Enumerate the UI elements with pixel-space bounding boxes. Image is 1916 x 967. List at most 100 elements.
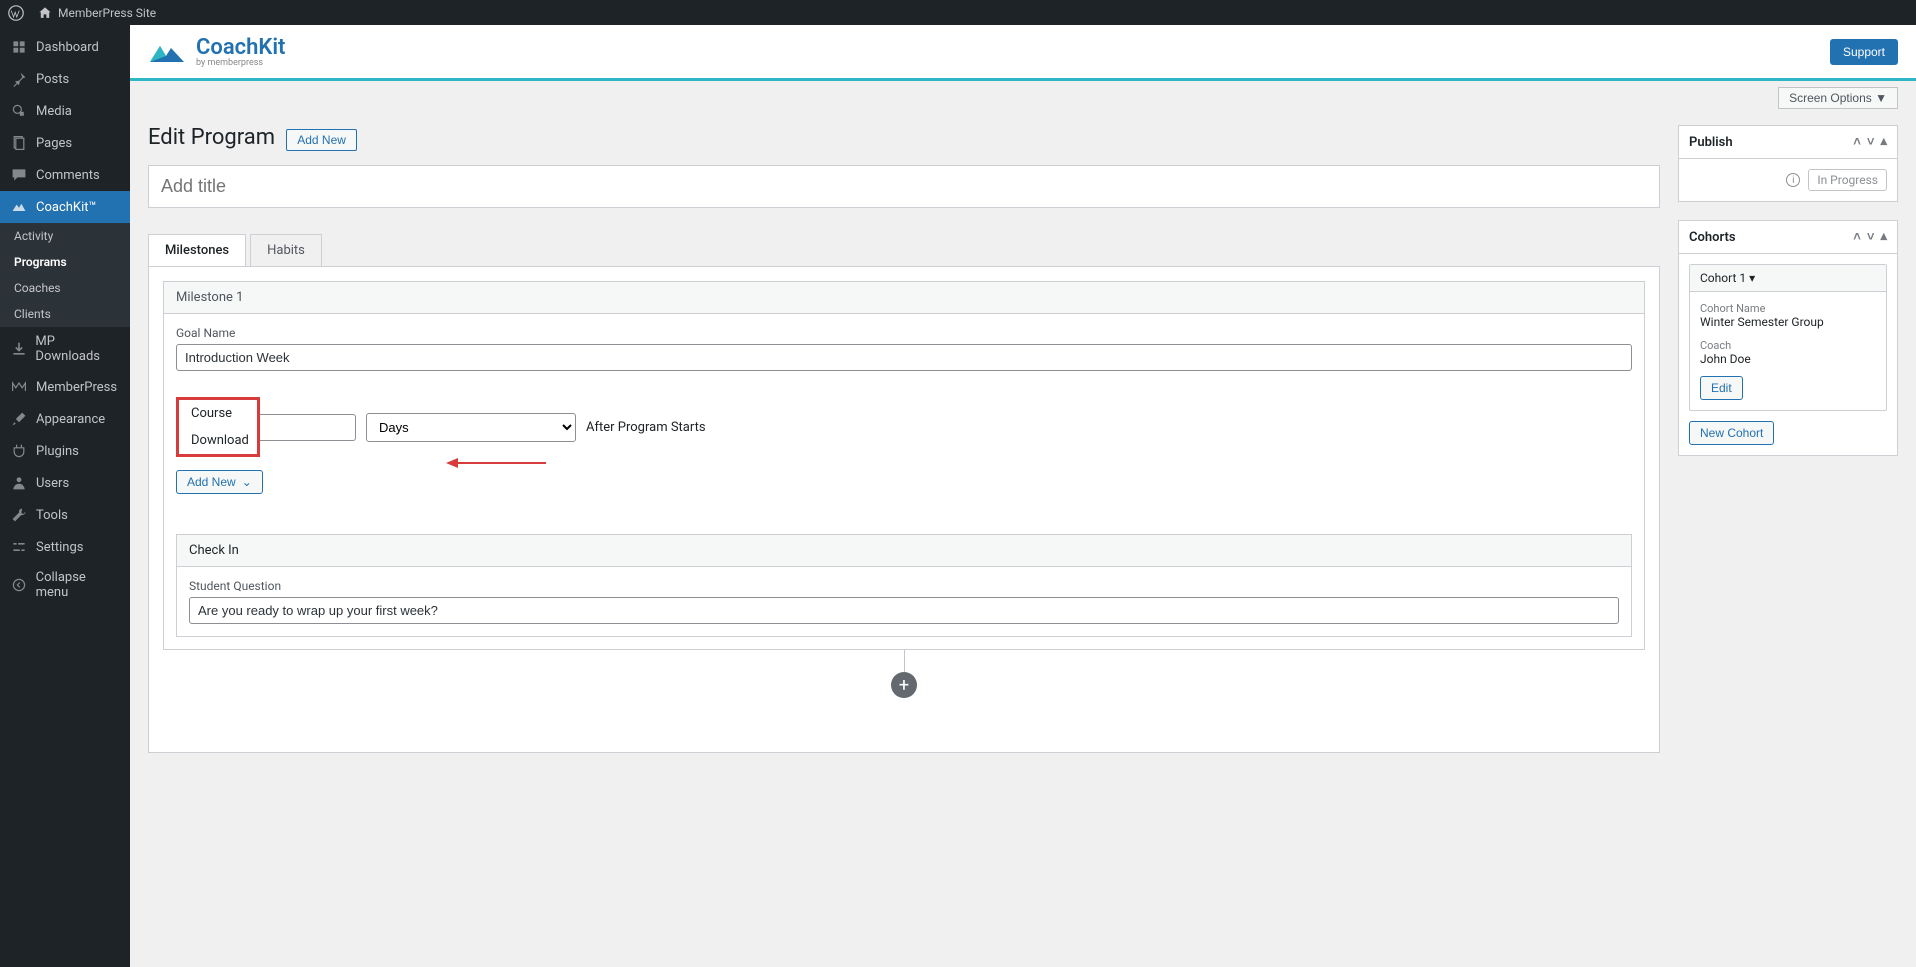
menu-item-media[interactable]: Media xyxy=(0,95,130,127)
cohort-heading-text: Cohort 1 xyxy=(1700,271,1746,285)
screen-options-button[interactable]: Screen Options ▼ xyxy=(1778,87,1898,109)
admin-menu: Dashboard Posts Media Pages Comments Coa… xyxy=(0,25,130,967)
coachkit-icon xyxy=(10,198,28,216)
wordpress-icon xyxy=(8,5,24,21)
checkin-heading: Check In xyxy=(177,535,1631,567)
admin-bar: MemberPress Site xyxy=(0,0,1916,25)
menu-label: Tools xyxy=(36,508,68,523)
coachkit-submenu: Activity Programs Coaches Clients xyxy=(0,223,130,327)
cohort-name-label: Cohort Name xyxy=(1700,302,1876,315)
brand-logo: CoachKit by memberpress xyxy=(148,35,285,68)
memberpress-icon xyxy=(10,378,28,396)
edit-cohort-button[interactable]: Edit xyxy=(1700,376,1743,400)
add-milestone-button[interactable]: + xyxy=(891,672,917,698)
caret-up-icon[interactable]: ▴ xyxy=(1880,229,1887,245)
dashboard-icon xyxy=(10,38,28,56)
menu-label: Comments xyxy=(36,168,100,183)
menu-label: Plugins xyxy=(36,444,79,459)
info-icon[interactable]: i xyxy=(1786,173,1800,187)
menu-label: Settings xyxy=(36,540,83,555)
add-new-program-button[interactable]: Add New xyxy=(286,129,357,151)
download-icon xyxy=(10,340,27,358)
coach-label: Coach xyxy=(1700,339,1876,352)
menu-label: Pages xyxy=(36,136,72,151)
pin-icon xyxy=(10,70,28,88)
add-new-content-button[interactable]: Add New ⌄ xyxy=(176,470,263,494)
media-icon xyxy=(10,102,28,120)
menu-item-pages[interactable]: Pages xyxy=(0,127,130,159)
submenu-coaches[interactable]: Coaches xyxy=(0,275,130,301)
menu-item-comments[interactable]: Comments xyxy=(0,159,130,191)
goal-due-unit-select[interactable]: Days xyxy=(366,413,576,442)
milestone-heading: Milestone 1 xyxy=(164,282,1644,314)
screen-options-label: Screen Options xyxy=(1789,91,1872,105)
site-name: MemberPress Site xyxy=(58,6,156,20)
menu-label: Collapse menu xyxy=(36,570,120,600)
page-title: Edit Program xyxy=(148,125,275,150)
connector-line xyxy=(904,650,905,672)
cohort-card-heading[interactable]: Cohort 1 ▾ xyxy=(1690,265,1886,292)
menu-item-collapse[interactable]: Collapse menu xyxy=(0,563,130,607)
dropdown-option-course[interactable]: Course xyxy=(179,400,257,427)
student-question-input[interactable] xyxy=(189,597,1619,624)
chevron-up-icon[interactable]: ˄ xyxy=(1853,134,1861,150)
submenu-programs[interactable]: Programs xyxy=(0,249,130,275)
student-question-label: Student Question xyxy=(189,579,1619,593)
menu-label: MP Downloads xyxy=(35,334,120,364)
menu-label: Posts xyxy=(36,72,69,87)
chevron-down-icon[interactable]: ˅ xyxy=(1867,134,1875,150)
menu-item-dashboard[interactable]: Dashboard xyxy=(0,31,130,63)
menu-label: Media xyxy=(36,104,72,119)
goal-name-label: Goal Name xyxy=(176,326,1632,340)
chevron-down-icon: ⌄ xyxy=(242,475,252,489)
wrench-icon xyxy=(10,506,28,524)
plugin-icon xyxy=(10,442,28,460)
add-new-dropdown-menu: Course Download xyxy=(176,397,260,457)
annotation-arrow-icon xyxy=(446,453,546,473)
coach-value: John Doe xyxy=(1700,352,1876,366)
caret-up-icon[interactable]: ▴ xyxy=(1880,134,1887,150)
chevron-up-icon[interactable]: ˄ xyxy=(1853,229,1861,245)
settings-icon xyxy=(10,538,28,556)
program-title-input[interactable] xyxy=(148,165,1660,208)
cohort-name-value: Winter Semester Group xyxy=(1700,315,1876,329)
tab-panel-milestones: Milestone 1 Goal Name Goal Due Co xyxy=(148,266,1660,753)
tabs: Milestones Habits xyxy=(148,234,1660,266)
dropdown-option-download[interactable]: Download xyxy=(179,427,257,454)
menu-item-mpdownloads[interactable]: MP Downloads xyxy=(0,327,130,371)
menu-item-settings[interactable]: Settings xyxy=(0,531,130,563)
publish-metabox: Publish ˄ ˅ ▴ i In Progress xyxy=(1678,125,1898,202)
menu-item-appearance[interactable]: Appearance xyxy=(0,403,130,435)
collapse-icon xyxy=(10,576,28,594)
menu-label: MemberPress xyxy=(36,380,117,395)
plus-icon: + xyxy=(899,675,909,696)
checkin-box: Check In Student Question xyxy=(176,534,1632,637)
publish-status-badge: In Progress xyxy=(1808,169,1887,191)
menu-item-users[interactable]: Users xyxy=(0,467,130,499)
after-program-text: After Program Starts xyxy=(586,420,706,435)
chevron-down-icon[interactable]: ˅ xyxy=(1867,229,1875,245)
menu-item-coachkit[interactable]: CoachKit™ xyxy=(0,191,130,223)
menu-item-memberpress[interactable]: MemberPress xyxy=(0,371,130,403)
site-link[interactable]: MemberPress Site xyxy=(38,6,156,20)
menu-item-posts[interactable]: Posts xyxy=(0,63,130,95)
menu-item-tools[interactable]: Tools xyxy=(0,499,130,531)
submenu-activity[interactable]: Activity xyxy=(0,223,130,249)
brush-icon xyxy=(10,410,28,428)
tab-habits[interactable]: Habits xyxy=(250,234,322,266)
submenu-clients[interactable]: Clients xyxy=(0,301,130,327)
wp-logo[interactable] xyxy=(8,5,24,21)
menu-label: Appearance xyxy=(36,412,105,427)
new-cohort-button[interactable]: New Cohort xyxy=(1689,421,1774,445)
comment-icon xyxy=(10,166,28,184)
cohorts-metabox: Cohorts ˄ ˅ ▴ Cohort 1 ▾ xyxy=(1678,220,1898,456)
goal-name-input[interactable] xyxy=(176,344,1632,371)
support-button[interactable]: Support xyxy=(1830,39,1898,65)
tab-milestones[interactable]: Milestones xyxy=(148,234,246,266)
menu-label: Users xyxy=(36,476,69,491)
cohort-card: Cohort 1 ▾ Cohort Name Winter Semester G… xyxy=(1689,264,1887,411)
menu-item-plugins[interactable]: Plugins xyxy=(0,435,130,467)
cohorts-title: Cohorts xyxy=(1689,230,1736,245)
menu-label: CoachKit™ xyxy=(36,200,97,215)
publish-title: Publish xyxy=(1689,135,1733,150)
